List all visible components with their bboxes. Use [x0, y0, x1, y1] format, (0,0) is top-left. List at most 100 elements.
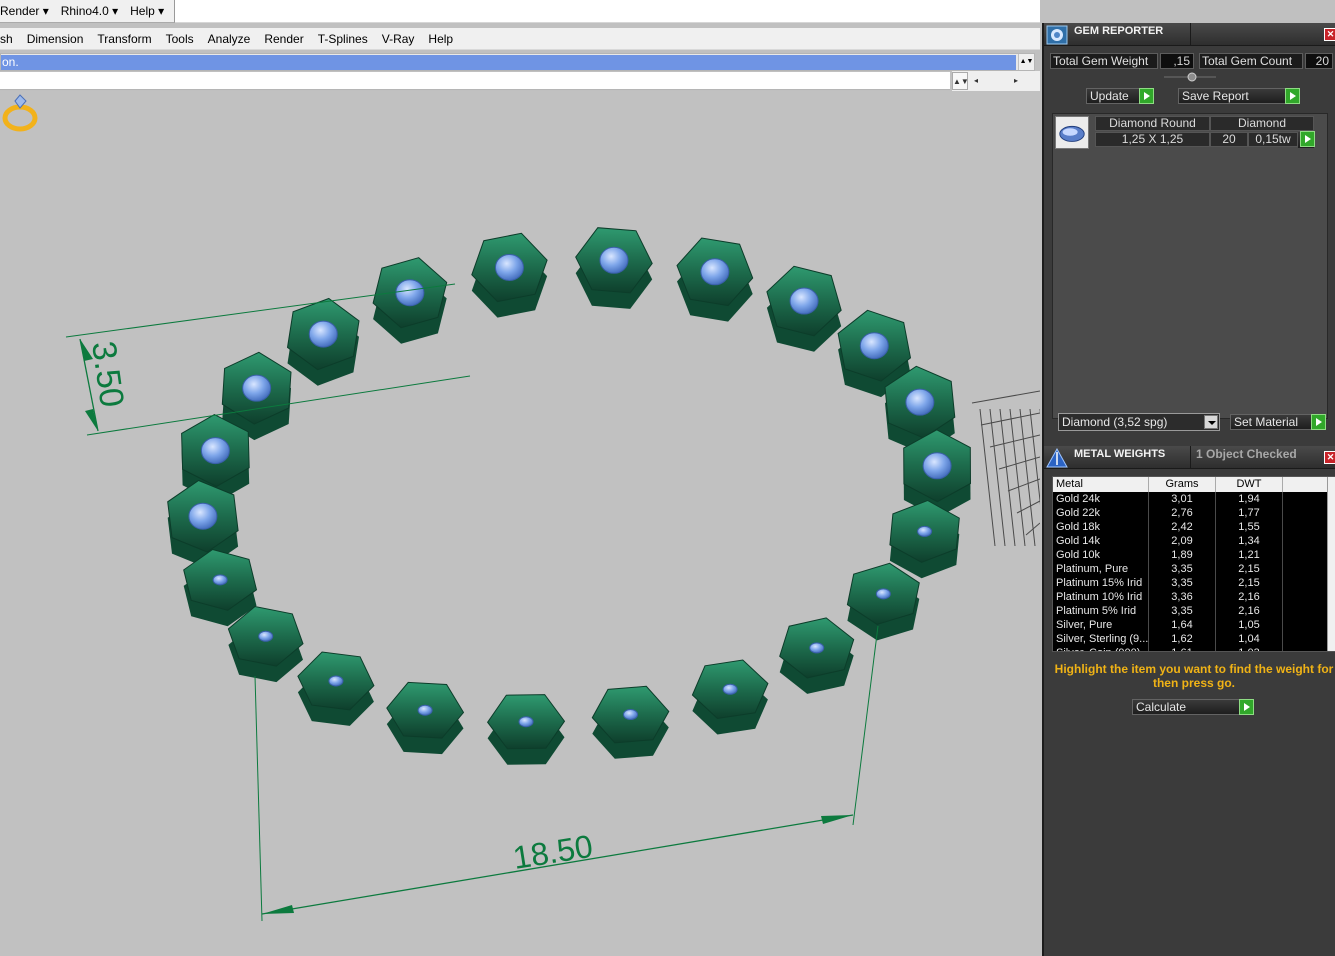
- menu-mesh[interactable]: sh: [0, 32, 20, 46]
- ring-segment: [575, 227, 653, 309]
- gem-stone: [700, 258, 730, 286]
- table-row[interactable]: Platinum 15% Irid 3,35 2,15: [1053, 576, 1329, 590]
- cell-metal: Gold 10k: [1053, 548, 1149, 562]
- menu-render-label: Render: [0, 4, 40, 18]
- ring-band: [167, 227, 972, 765]
- gem-list[interactable]: Diamond Round 1,25 X 1,25 Diamond 20 0,1…: [1052, 113, 1328, 419]
- dimension-length-label: 18.50: [510, 828, 595, 876]
- history-scroll-icon[interactable]: ▲▼: [1018, 54, 1034, 70]
- table-row[interactable]: Gold 18k 2,42 1,55: [1053, 520, 1329, 534]
- table-row[interactable]: Platinum, Pure 3,35 2,15: [1053, 562, 1329, 576]
- set-material-button[interactable]: Set Material: [1230, 414, 1326, 430]
- table-scrollbar[interactable]: [1327, 477, 1335, 651]
- material-select[interactable]: Diamond (3,52 spg): [1058, 413, 1220, 431]
- menu-render[interactable]: Render ▾: [0, 4, 55, 18]
- column-header-dwt[interactable]: DWT: [1216, 477, 1283, 492]
- cell-grams: 3,36: [1149, 590, 1216, 604]
- menu-help-top[interactable]: Help ▾: [124, 4, 170, 18]
- menu-vray[interactable]: V-Ray: [375, 32, 422, 46]
- ring-segment: [471, 232, 548, 318]
- cell-grams: 1,89: [1149, 548, 1216, 562]
- set-material-button-label: Set Material: [1234, 415, 1299, 429]
- table-row[interactable]: Gold 10k 1,89 1,21: [1053, 548, 1329, 562]
- gem-row[interactable]: Diamond Round 1,25 X 1,25 Diamond 20 0,1…: [1055, 116, 1315, 150]
- gem-go-button[interactable]: [1298, 131, 1315, 148]
- command-history[interactable]: on. ▲▼: [0, 53, 1035, 71]
- gem-stone: [599, 246, 629, 274]
- perspective-viewport[interactable]: 3.50 18.50: [0, 91, 1040, 956]
- gem-stone: [328, 675, 344, 687]
- gem-stone: [917, 525, 933, 537]
- table-row[interactable]: Platinum 10% Irid 3,36 2,16: [1053, 590, 1329, 604]
- total-gem-count-label: Total Gem Count: [1199, 53, 1303, 69]
- table-row[interactable]: Gold 22k 2,76 1,77: [1053, 506, 1329, 520]
- cell-metal: Silver, Sterling (9...: [1053, 632, 1149, 646]
- menu-transform[interactable]: Transform: [90, 32, 158, 46]
- cell-grams: 1,61: [1149, 646, 1216, 651]
- ring-segment: [297, 651, 375, 726]
- gem-stone: [200, 437, 230, 465]
- cell-dwt: 2,15: [1216, 562, 1283, 576]
- cell-blank: [1283, 590, 1329, 604]
- table-row[interactable]: Platinum 5% Irid 3,35 2,16: [1053, 604, 1329, 618]
- update-button[interactable]: Update: [1086, 88, 1154, 104]
- gem-stone: [308, 320, 338, 348]
- ring-segment: [903, 429, 972, 518]
- plugin-panel: GEM REPORTER ✕ Total Gem Weight ,15 Tota…: [1042, 23, 1335, 956]
- splitter-handle-icon[interactable]: [1164, 72, 1216, 82]
- ring-segment: [676, 237, 754, 322]
- metal-weights-icon: [1046, 448, 1068, 468]
- column-header-grams[interactable]: Grams: [1149, 477, 1216, 492]
- ring-segment: [386, 681, 465, 755]
- gem-ring-icon[interactable]: [0, 91, 42, 133]
- cell-metal: Gold 18k: [1053, 520, 1149, 534]
- table-row[interactable]: Gold 24k 3,01 1,94: [1053, 492, 1329, 506]
- top-blank-area: [175, 0, 1040, 23]
- menu-tsplines[interactable]: T-Splines: [311, 32, 375, 46]
- scroll-left-icon[interactable]: ◂: [968, 72, 984, 90]
- total-gem-count-value: 20: [1305, 53, 1333, 69]
- go-arrow-icon: [1300, 131, 1315, 147]
- gem-reporter-header: GEM REPORTER ✕: [1044, 23, 1335, 46]
- calculate-button[interactable]: Calculate: [1132, 699, 1254, 715]
- top-menubar: Render ▾ Rhino4.0 ▾ Help ▾: [0, 0, 175, 23]
- cell-blank: [1283, 646, 1329, 651]
- gem-stone: [258, 630, 274, 642]
- save-report-button[interactable]: Save Report: [1178, 88, 1300, 104]
- total-gem-weight-label: Total Gem Weight: [1050, 53, 1158, 69]
- menu-help[interactable]: Help: [421, 32, 460, 46]
- ring-segment: [889, 499, 960, 579]
- spin-icon[interactable]: ▲▼: [952, 72, 969, 90]
- cell-dwt: 1,34: [1216, 534, 1283, 548]
- command-prompt[interactable]: [0, 72, 950, 90]
- cell-grams: 3,35: [1149, 562, 1216, 576]
- chevron-down-icon[interactable]: [1204, 415, 1218, 429]
- table-row[interactable]: Gold 14k 2,09 1,34: [1053, 534, 1329, 548]
- menu-render[interactable]: Render: [257, 32, 310, 46]
- metal-weights-header: METAL WEIGHTS 1 Object Checked ✕: [1044, 446, 1335, 469]
- gem-count: 20: [1210, 132, 1248, 147]
- cell-grams: 1,62: [1149, 632, 1216, 646]
- menu-analyze[interactable]: Analyze: [201, 32, 258, 46]
- column-header-metal[interactable]: Metal: [1053, 477, 1149, 492]
- close-icon[interactable]: ✕: [1324, 451, 1335, 464]
- close-icon[interactable]: ✕: [1324, 28, 1335, 41]
- menu-rhino4[interactable]: Rhino4.0 ▾: [55, 4, 124, 18]
- cell-metal: Platinum 10% Irid: [1053, 590, 1149, 604]
- table-row[interactable]: Silver, Pure 1,64 1,05: [1053, 618, 1329, 632]
- table-row[interactable]: Silver, Coin (900)1,611,03: [1053, 646, 1329, 651]
- menu-tools[interactable]: Tools: [159, 32, 201, 46]
- table-row[interactable]: Silver, Sterling (9... 1,62 1,04: [1053, 632, 1329, 646]
- cell-metal: Platinum 5% Irid: [1053, 604, 1149, 618]
- cell-metal: Silver, Coin (900): [1053, 646, 1149, 651]
- ring-segment: [286, 297, 360, 386]
- command-nav: ▲▼ ◂ ▸: [952, 71, 1040, 91]
- menu-dimension[interactable]: Dimension: [20, 32, 91, 46]
- metal-weights-status: 1 Object Checked: [1196, 447, 1297, 461]
- metal-weights-table[interactable]: Metal Grams DWT Gold 24k 3,01 1,94 Gold 22k…: [1052, 476, 1335, 652]
- cell-grams: 3,01: [1149, 492, 1216, 506]
- scroll-right-icon[interactable]: ▸: [1008, 72, 1024, 90]
- calculate-button-label: Calculate: [1136, 700, 1187, 714]
- gem-reporter-icon: [1046, 25, 1068, 45]
- cell-blank: [1283, 548, 1329, 562]
